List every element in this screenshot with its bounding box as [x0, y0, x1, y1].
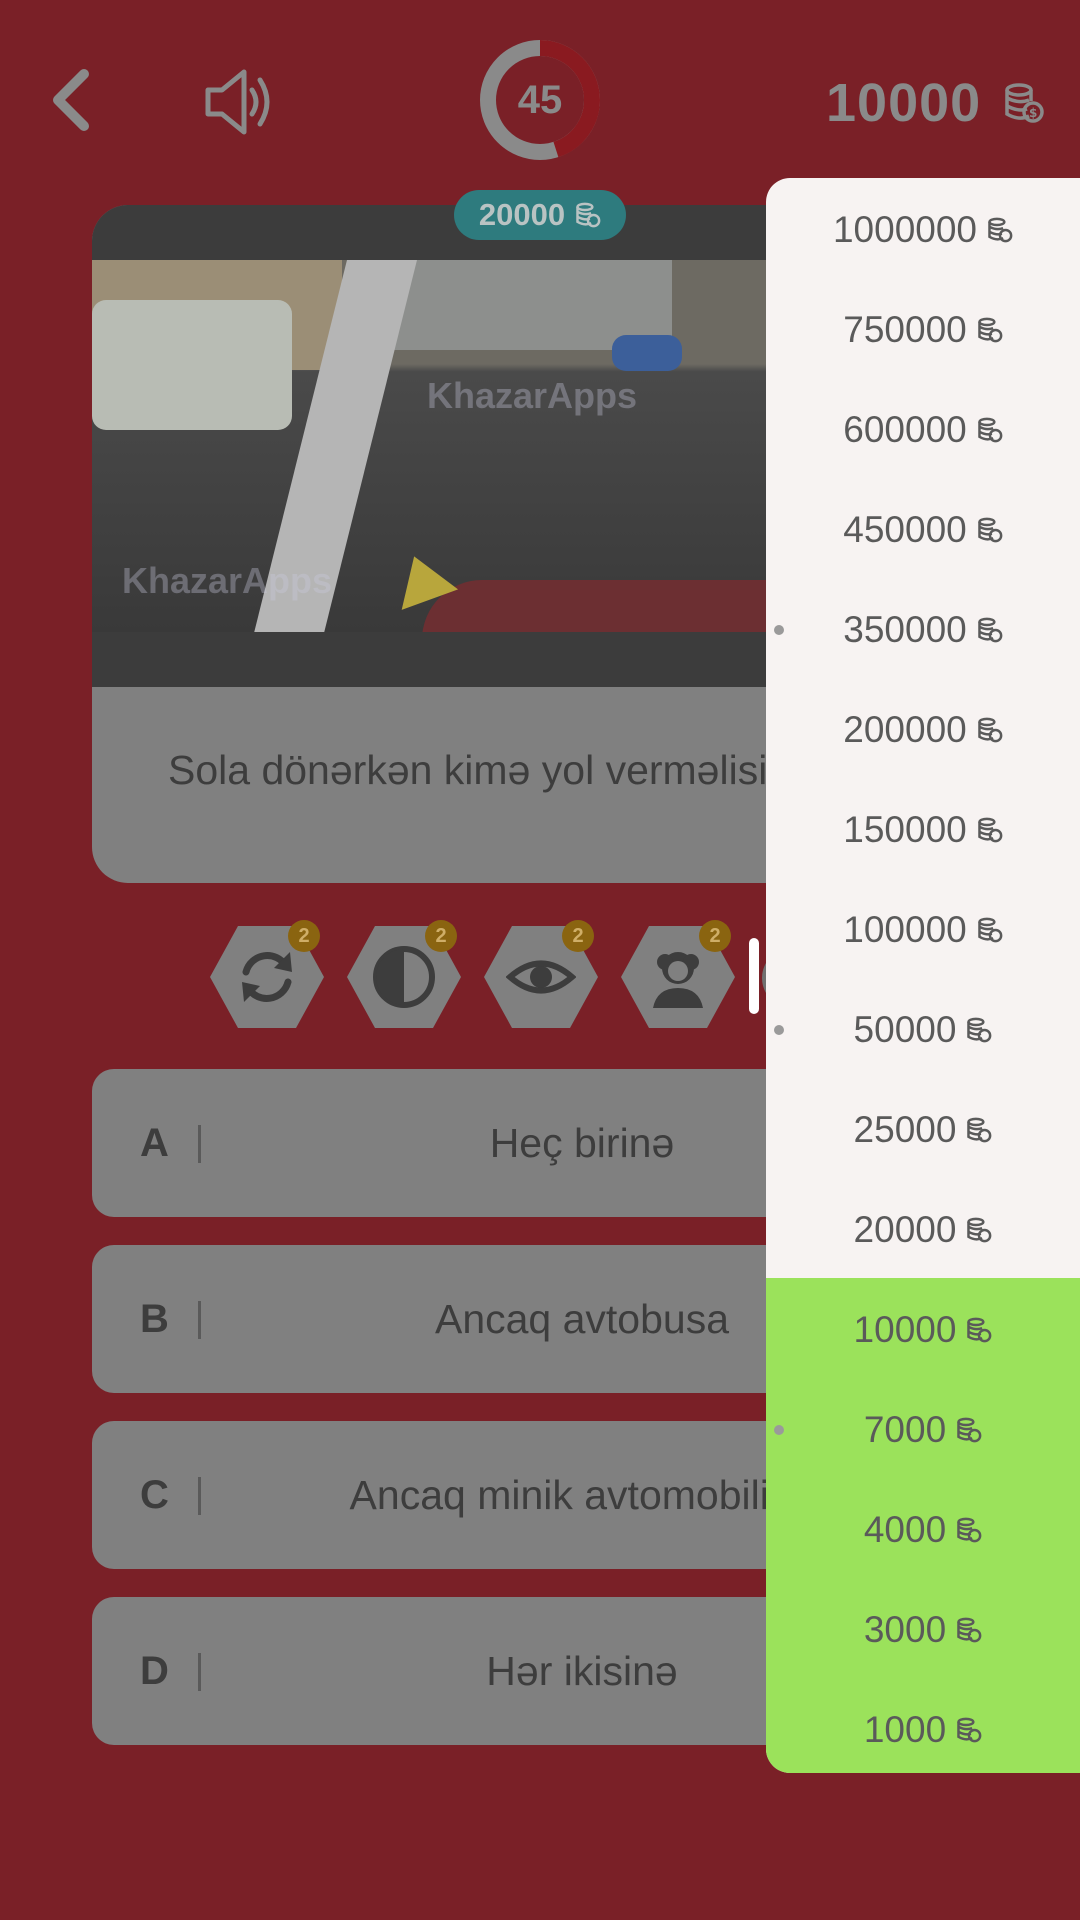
speaker-icon — [205, 69, 270, 135]
prize-level-4000: 4000 — [766, 1500, 1080, 1560]
coins-icon — [966, 1216, 992, 1244]
answer-divider — [198, 1301, 201, 1339]
milestone-dot — [774, 625, 784, 635]
prize-level-200000: 200000 — [766, 700, 1080, 760]
prize-amount: 450000 — [843, 509, 967, 550]
timer-value: 45 — [517, 77, 563, 122]
lifeline-count-badge: 2 — [699, 920, 731, 952]
prize-amount: 350000 — [843, 609, 967, 650]
coins-icon: $ — [1005, 83, 1044, 123]
coins-icon — [977, 816, 1003, 844]
watermark: KhazarApps — [122, 560, 333, 601]
coins-icon — [966, 1116, 992, 1144]
answer-divider — [198, 1477, 201, 1515]
prize-level-750000: 750000 — [766, 300, 1080, 360]
prize-amount: 1000000 — [832, 209, 978, 250]
back-button[interactable] — [40, 60, 110, 140]
answer-letter: D — [140, 1648, 169, 1693]
prize-level-3000: 3000 — [766, 1600, 1080, 1660]
prize-level-150000: 150000 — [766, 800, 1080, 860]
prize-amount: 50000 — [853, 1009, 957, 1050]
prize-level-350000: 350000 — [766, 600, 1080, 660]
prize-amount: 600000 — [843, 409, 967, 450]
prize-amount: 750000 — [843, 309, 967, 350]
refresh-icon — [242, 952, 292, 1002]
eye-icon — [506, 960, 576, 994]
lifeline-count-badge: 2 — [562, 920, 594, 952]
coins-icon — [956, 1416, 982, 1444]
prize-panel-handle[interactable] — [749, 938, 759, 1014]
lifeline-fifty-fifty[interactable]: 2 — [345, 920, 463, 1032]
lifeline-count-badge: 2 — [288, 920, 320, 952]
prize-amount: 100000 — [843, 909, 967, 950]
countdown-timer: 45 — [478, 38, 602, 162]
coin-balance: 10000 $ — [826, 68, 1045, 138]
half-circle-icon — [373, 946, 435, 1008]
question-reward-badge: 20000 — [454, 190, 626, 240]
prize-level-1000000: 1000000 — [766, 200, 1080, 260]
lifeline-swap-question[interactable]: 2 — [208, 920, 326, 1032]
answer-letter: C — [140, 1472, 169, 1517]
prize-level-1000: 1000 — [766, 1700, 1080, 1760]
coins-icon — [966, 1016, 992, 1044]
coins-icon — [977, 516, 1003, 544]
prize-level-20000: 20000 — [766, 1200, 1080, 1260]
professor-icon — [653, 952, 703, 1008]
prize-amount: 4000 — [863, 1509, 947, 1550]
lifeline-expert[interactable]: 2 — [619, 920, 737, 1032]
prize-level-50000: 50000 — [766, 1000, 1080, 1060]
coins-icon — [956, 1516, 982, 1544]
prize-amount: 150000 — [843, 809, 967, 850]
answer-divider — [198, 1125, 201, 1163]
prize-level-10000: 10000 — [766, 1300, 1080, 1360]
coins-icon — [966, 1316, 992, 1344]
coins-icon — [956, 1716, 982, 1744]
milestone-dot — [774, 1025, 784, 1035]
coins-icon — [987, 216, 1013, 244]
blue-car — [612, 335, 682, 371]
watermark: KhazarApps — [427, 375, 638, 416]
balance-amount: 10000 — [826, 73, 982, 133]
coins-icon — [977, 416, 1003, 444]
prize-amount: 1000 — [863, 1709, 947, 1750]
milestone-dot — [774, 1425, 784, 1435]
prize-amount: 25000 — [853, 1109, 957, 1150]
lifeline-audience[interactable]: 2 — [482, 920, 600, 1032]
bus — [92, 300, 292, 430]
coins-icon — [977, 616, 1003, 644]
answer-letter: B — [140, 1296, 169, 1341]
answer-letter: A — [140, 1120, 169, 1165]
prize-level-450000: 450000 — [766, 500, 1080, 560]
prize-amount: 20000 — [853, 1209, 957, 1250]
coins-icon — [977, 316, 1003, 344]
prize-amount: 3000 — [863, 1609, 947, 1650]
prize-amount: 7000 — [863, 1409, 947, 1450]
coins-icon — [977, 716, 1003, 744]
sound-toggle-button[interactable] — [200, 62, 280, 142]
prize-level-25000: 25000 — [766, 1100, 1080, 1160]
answer-divider — [198, 1653, 201, 1691]
svg-text:$: $ — [1029, 106, 1037, 120]
prize-level-100000: 100000 — [766, 900, 1080, 960]
coins-icon — [576, 202, 601, 228]
back-arrow-icon — [53, 69, 89, 131]
prize-level-600000: 600000 — [766, 400, 1080, 460]
coins-icon — [977, 916, 1003, 944]
lifeline-count-badge: 2 — [425, 920, 457, 952]
prize-amount: 200000 — [843, 709, 967, 750]
coins-icon — [956, 1616, 982, 1644]
reward-amount: 20000 — [478, 197, 566, 232]
prize-ladder-panel: 1000000 750000 600000 450000 350000 200000 150… — [766, 178, 1080, 1773]
prize-amount: 10000 — [853, 1309, 957, 1350]
prize-level-7000: 7000 — [766, 1400, 1080, 1460]
